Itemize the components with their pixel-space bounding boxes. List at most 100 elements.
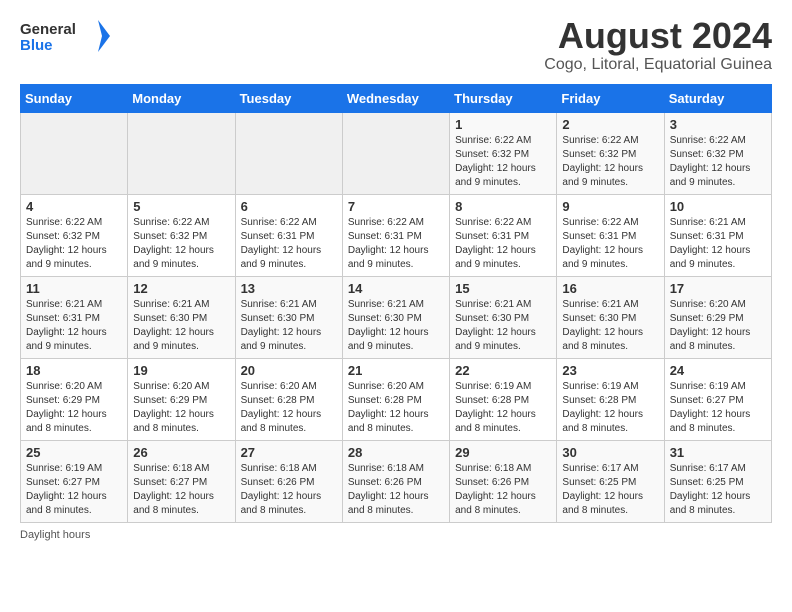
calendar-cell: 10 Sunrise: 6:21 AM Sunset: 6:31 PM Dayli…: [664, 194, 771, 276]
day-info: Sunrise: 6:21 AM Sunset: 6:30 PM Dayligh…: [562, 298, 658, 354]
calendar-cell: 9 Sunrise: 6:22 AM Sunset: 6:31 PM Daylig…: [557, 194, 664, 276]
day-number: 8: [455, 199, 551, 214]
calendar-cell: 16Sunrise: 6:21 AM Sunset: 6:30 PM Dayli…: [557, 276, 664, 358]
calendar-cell: [128, 112, 235, 194]
calendar-cell: 12Sunrise: 6:21 AM Sunset: 6:30 PM Dayli…: [128, 276, 235, 358]
calendar-cell: 21 Sunrise: 6:20 AM Sunset: 6:28 PM Dayli…: [342, 358, 449, 440]
calendar-cell: 3Sunrise: 6:22 AM Sunset: 6:32 PM Daylig…: [664, 112, 771, 194]
title-block: August 2024 Cogo, Litoral, Equatorial Gu…: [544, 16, 772, 74]
day-number: 10: [670, 199, 766, 214]
day-info: Sunrise: 6:19 AM Sunset: 6:28 PM Dayligh…: [562, 380, 658, 436]
day-number: 28: [348, 445, 444, 460]
day-number: 7: [348, 199, 444, 214]
day-info: Sunrise: 6:20 AM Sunset: 6:29 PM Dayligh…: [133, 380, 229, 436]
day-number: 27: [241, 445, 337, 460]
calendar-cell: 17 Sunrise: 6:20 AM Sunset: 6:29 PM Dayli…: [664, 276, 771, 358]
day-number: 24: [670, 363, 766, 378]
header: General Blue August 2024 Cogo, Litoral, …: [20, 16, 772, 74]
day-number: 2: [562, 117, 658, 132]
day-number: 11: [26, 281, 122, 296]
calendar-day-header: Sunday: [21, 84, 128, 112]
calendar-cell: 2 Sunrise: 6:22 AM Sunset: 6:32 PM Daylig…: [557, 112, 664, 194]
day-info: Sunrise: 6:20 AM Sunset: 6:28 PM Dayligh…: [348, 380, 444, 436]
day-number: 6: [241, 199, 337, 214]
calendar-cell: 13 Sunrise: 6:21 AM Sunset: 6:30 PM Dayli…: [235, 276, 342, 358]
day-number: 21: [348, 363, 444, 378]
header-row: SundayMondayTuesdayWednesdayThursdayFrid…: [21, 84, 772, 112]
logo: General Blue: [20, 16, 110, 56]
calendar-cell: 25 Sunrise: 6:19 AM Sunset: 6:27 PM Dayli…: [21, 440, 128, 522]
main-title: August 2024: [544, 16, 772, 56]
day-number: 23: [562, 363, 658, 378]
calendar-cell: [342, 112, 449, 194]
day-number: 19: [133, 363, 229, 378]
calendar-cell: 4 Sunrise: 6:22 AM Sunset: 6:32 PM Daylig…: [21, 194, 128, 276]
day-info: Sunrise: 6:22 AM Sunset: 6:31 PM Dayligh…: [455, 216, 551, 272]
day-info: Sunrise: 6:20 AM Sunset: 6:29 PM Dayligh…: [26, 380, 122, 436]
calendar-week-row: 18 Sunrise: 6:20 AM Sunset: 6:29 PM Dayli…: [21, 358, 772, 440]
day-number: 15: [455, 281, 551, 296]
day-info: Sunrise: 6:22 AM Sunset: 6:31 PM Dayligh…: [562, 216, 658, 272]
day-number: 31: [670, 445, 766, 460]
calendar-cell: 29 Sunrise: 6:18 AM Sunset: 6:26 PM Dayli…: [450, 440, 557, 522]
day-number: 3: [670, 117, 766, 132]
calendar-cell: 19 Sunrise: 6:20 AM Sunset: 6:29 PM Dayli…: [128, 358, 235, 440]
day-info: Sunrise: 6:20 AM Sunset: 6:29 PM Dayligh…: [670, 298, 766, 354]
day-info: Sunrise: 6:17 AM Sunset: 6:25 PM Dayligh…: [670, 462, 766, 518]
calendar-body: 1 Sunrise: 6:22 AM Sunset: 6:32 PM Daylig…: [21, 112, 772, 522]
day-info: Sunrise: 6:22 AM Sunset: 6:31 PM Dayligh…: [348, 216, 444, 272]
calendar-day-header: Thursday: [450, 84, 557, 112]
footer-note: Daylight hours: [20, 529, 772, 541]
subtitle: Cogo, Litoral, Equatorial Guinea: [544, 56, 772, 74]
day-info: Sunrise: 6:22 AM Sunset: 6:31 PM Dayligh…: [241, 216, 337, 272]
day-info: Sunrise: 6:18 AM Sunset: 6:26 PM Dayligh…: [455, 462, 551, 518]
calendar-table: SundayMondayTuesdayWednesdayThursdayFrid…: [20, 84, 772, 523]
calendar-cell: 30Sunrise: 6:17 AM Sunset: 6:25 PM Dayli…: [557, 440, 664, 522]
day-number: 26: [133, 445, 229, 460]
day-info: Sunrise: 6:21 AM Sunset: 6:31 PM Dayligh…: [670, 216, 766, 272]
calendar-cell: 8 Sunrise: 6:22 AM Sunset: 6:31 PM Daylig…: [450, 194, 557, 276]
svg-text:Blue: Blue: [20, 37, 53, 54]
day-info: Sunrise: 6:22 AM Sunset: 6:32 PM Dayligh…: [562, 134, 658, 190]
calendar-day-header: Saturday: [664, 84, 771, 112]
day-number: 12: [133, 281, 229, 296]
day-info: Sunrise: 6:21 AM Sunset: 6:31 PM Dayligh…: [26, 298, 122, 354]
day-number: 5: [133, 199, 229, 214]
day-number: 1: [455, 117, 551, 132]
day-info: Sunrise: 6:21 AM Sunset: 6:30 PM Dayligh…: [241, 298, 337, 354]
day-number: 18: [26, 363, 122, 378]
calendar-cell: 5 Sunrise: 6:22 AM Sunset: 6:32 PM Daylig…: [128, 194, 235, 276]
day-number: 14: [348, 281, 444, 296]
day-number: 29: [455, 445, 551, 460]
calendar-cell: 27Sunrise: 6:18 AM Sunset: 6:26 PM Dayli…: [235, 440, 342, 522]
day-number: 17: [670, 281, 766, 296]
day-number: 13: [241, 281, 337, 296]
calendar-cell: 18 Sunrise: 6:20 AM Sunset: 6:29 PM Dayli…: [21, 358, 128, 440]
calendar-cell: 23 Sunrise: 6:19 AM Sunset: 6:28 PM Dayli…: [557, 358, 664, 440]
day-info: Sunrise: 6:19 AM Sunset: 6:28 PM Dayligh…: [455, 380, 551, 436]
day-info: Sunrise: 6:22 AM Sunset: 6:32 PM Dayligh…: [26, 216, 122, 272]
day-info: Sunrise: 6:19 AM Sunset: 6:27 PM Dayligh…: [670, 380, 766, 436]
calendar-cell: 24 Sunrise: 6:19 AM Sunset: 6:27 PM Dayli…: [664, 358, 771, 440]
calendar-cell: 1Sunrise: 6:22 AM Sunset: 6:32 PM Daylig…: [450, 112, 557, 194]
calendar-cell: [235, 112, 342, 194]
calendar-day-header: Friday: [557, 84, 664, 112]
day-number: 30: [562, 445, 658, 460]
day-number: 25: [26, 445, 122, 460]
calendar-day-header: Wednesday: [342, 84, 449, 112]
logo-icon: General Blue: [20, 16, 110, 56]
day-info: Sunrise: 6:22 AM Sunset: 6:32 PM Dayligh…: [133, 216, 229, 272]
calendar-cell: 7 Sunrise: 6:22 AM Sunset: 6:31 PM Daylig…: [342, 194, 449, 276]
calendar-day-header: Tuesday: [235, 84, 342, 112]
day-info: Sunrise: 6:20 AM Sunset: 6:28 PM Dayligh…: [241, 380, 337, 436]
calendar-day-header: Monday: [128, 84, 235, 112]
day-info: Sunrise: 6:21 AM Sunset: 6:30 PM Dayligh…: [348, 298, 444, 354]
day-number: 9: [562, 199, 658, 214]
day-info: Sunrise: 6:18 AM Sunset: 6:26 PM Dayligh…: [348, 462, 444, 518]
calendar-week-row: 4 Sunrise: 6:22 AM Sunset: 6:32 PM Daylig…: [21, 194, 772, 276]
calendar-cell: 20Sunrise: 6:20 AM Sunset: 6:28 PM Dayli…: [235, 358, 342, 440]
day-info: Sunrise: 6:18 AM Sunset: 6:27 PM Dayligh…: [133, 462, 229, 518]
calendar-cell: 22Sunrise: 6:19 AM Sunset: 6:28 PM Dayli…: [450, 358, 557, 440]
day-number: 4: [26, 199, 122, 214]
day-info: Sunrise: 6:19 AM Sunset: 6:27 PM Dayligh…: [26, 462, 122, 518]
